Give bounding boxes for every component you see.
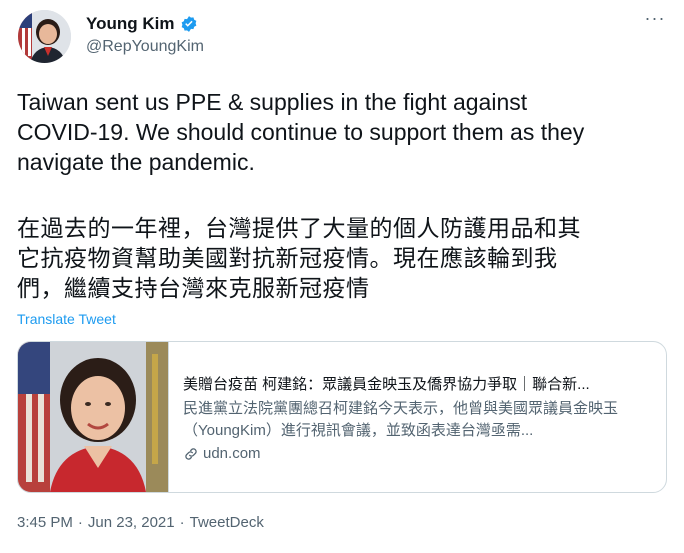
tweet-date[interactable]: Jun 23, 2021	[88, 514, 175, 531]
tweet-source[interactable]: TweetDeck	[190, 514, 264, 531]
verified-badge-icon	[180, 15, 198, 33]
tweet-time[interactable]: 3:45 PM	[17, 514, 73, 531]
avatar-image	[18, 10, 71, 63]
meta-separator: ·	[77, 514, 83, 531]
card-title: 美贈台疫苗 柯建銘：眾議員金映玉及僑界協力爭取｜聯合新...	[183, 376, 590, 393]
link-card[interactable]: 美贈台疫苗 柯建銘：眾議員金映玉及僑界協力爭取｜聯合新... 民進黨立法院黨團總…	[17, 341, 667, 493]
link-icon	[183, 446, 199, 462]
tweet-text-chinese: 在過去的一年裡，台灣提供了大量的個人防護用品和其 它抗疫物資幫助美國對抗新冠疫情…	[17, 215, 581, 301]
card-body: 美贈台疫苗 柯建銘：眾議員金映玉及僑界協力爭取｜聯合新... 民進黨立法院黨團總…	[183, 342, 657, 492]
translate-tweet-link[interactable]: Translate Tweet	[17, 311, 116, 327]
more-horizontal-icon[interactable]: ···	[644, 9, 666, 32]
card-domain-text: udn.com	[203, 445, 261, 462]
tweet-meta: 3:45 PM · Jun 23, 2021 · TweetDeck	[17, 514, 264, 531]
display-name[interactable]: Young Kim	[86, 14, 174, 34]
meta-separator: ·	[179, 514, 185, 531]
tweet-text-english: Taiwan sent us PPE & supplies in the fig…	[17, 89, 585, 175]
card-domain: udn.com	[183, 445, 261, 462]
handle[interactable]: @RepYoungKim	[86, 38, 204, 56]
card-description: 民進黨立法院黨團總召柯建銘今天表示，他曾與美國眾議員金映玉（YoungKim）進…	[183, 400, 619, 439]
tweet: Young Kim @RepYoungKim ··· Taiwan sent u…	[0, 0, 684, 553]
card-image	[18, 342, 169, 492]
avatar[interactable]	[18, 10, 71, 63]
